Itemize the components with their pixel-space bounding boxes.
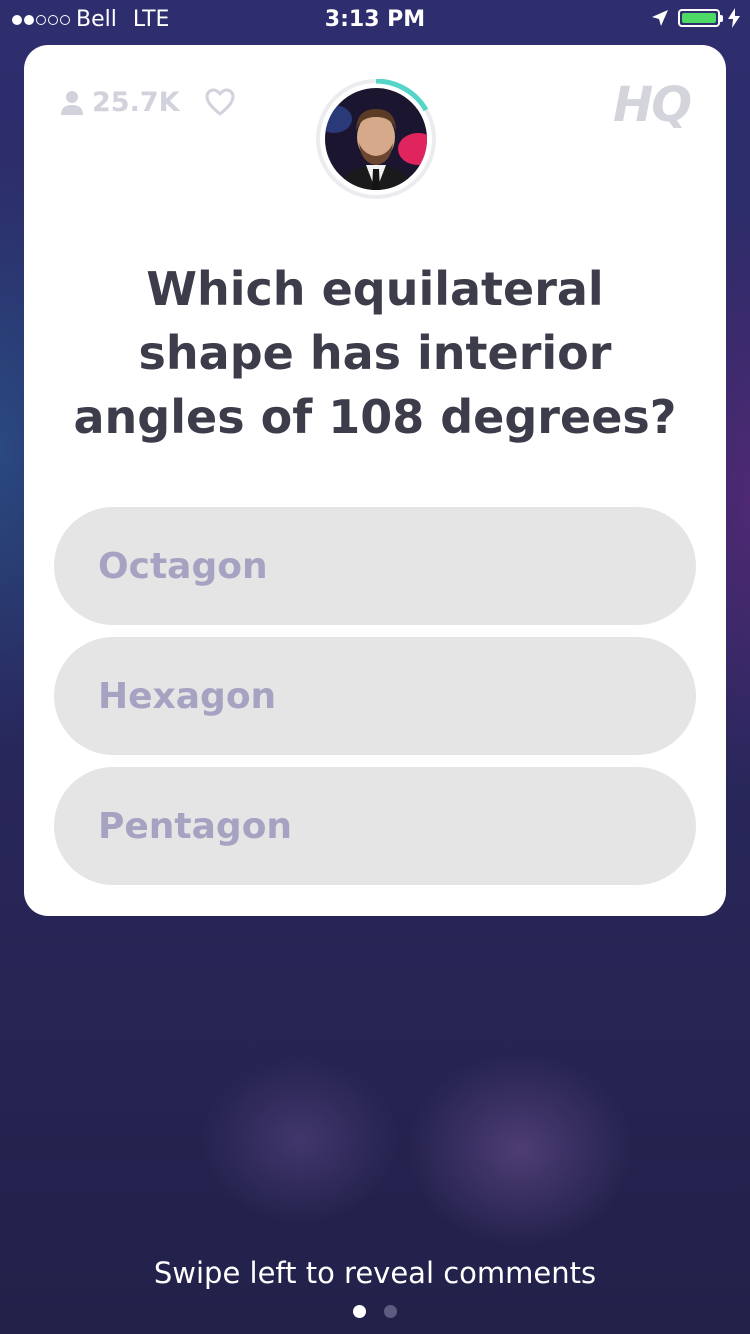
question-card: 25.7K HQ Which equilateral shape has int…	[24, 45, 726, 916]
question-text: Which equilateral shape has interior ang…	[73, 262, 677, 444]
status-bar: Bell LTE 3:13 PM	[0, 0, 750, 40]
battery-icon	[678, 9, 723, 27]
clock: 3:13 PM	[324, 7, 426, 32]
viewer-count-label: 25.7K	[92, 87, 180, 118]
battery-level	[682, 13, 716, 23]
heart-icon[interactable]	[204, 87, 236, 117]
host-avatar	[316, 79, 436, 199]
answer-label: Hexagon	[98, 675, 277, 717]
status-right	[650, 8, 740, 28]
answer-option-octagon[interactable]: Octagon	[54, 507, 696, 625]
answer-list: Octagon Hexagon Pentagon	[54, 507, 696, 897]
answer-label: Pentagon	[98, 805, 293, 847]
location-arrow-icon	[652, 10, 668, 26]
swipe-hint: Swipe left to reveal comments	[153, 1256, 597, 1290]
charging-bolt-icon	[728, 8, 740, 28]
answer-option-pentagon[interactable]: Pentagon	[54, 767, 696, 885]
answer-option-hexagon[interactable]: Hexagon	[54, 637, 696, 755]
hq-logo: HQ	[613, 77, 692, 133]
viewer-count: 25.7K	[60, 87, 180, 118]
page-dot-active[interactable]	[353, 1305, 366, 1318]
answer-label: Octagon	[98, 545, 268, 587]
page-dot[interactable]	[384, 1305, 397, 1318]
page-indicator[interactable]	[0, 1305, 750, 1318]
person-icon	[61, 90, 83, 115]
